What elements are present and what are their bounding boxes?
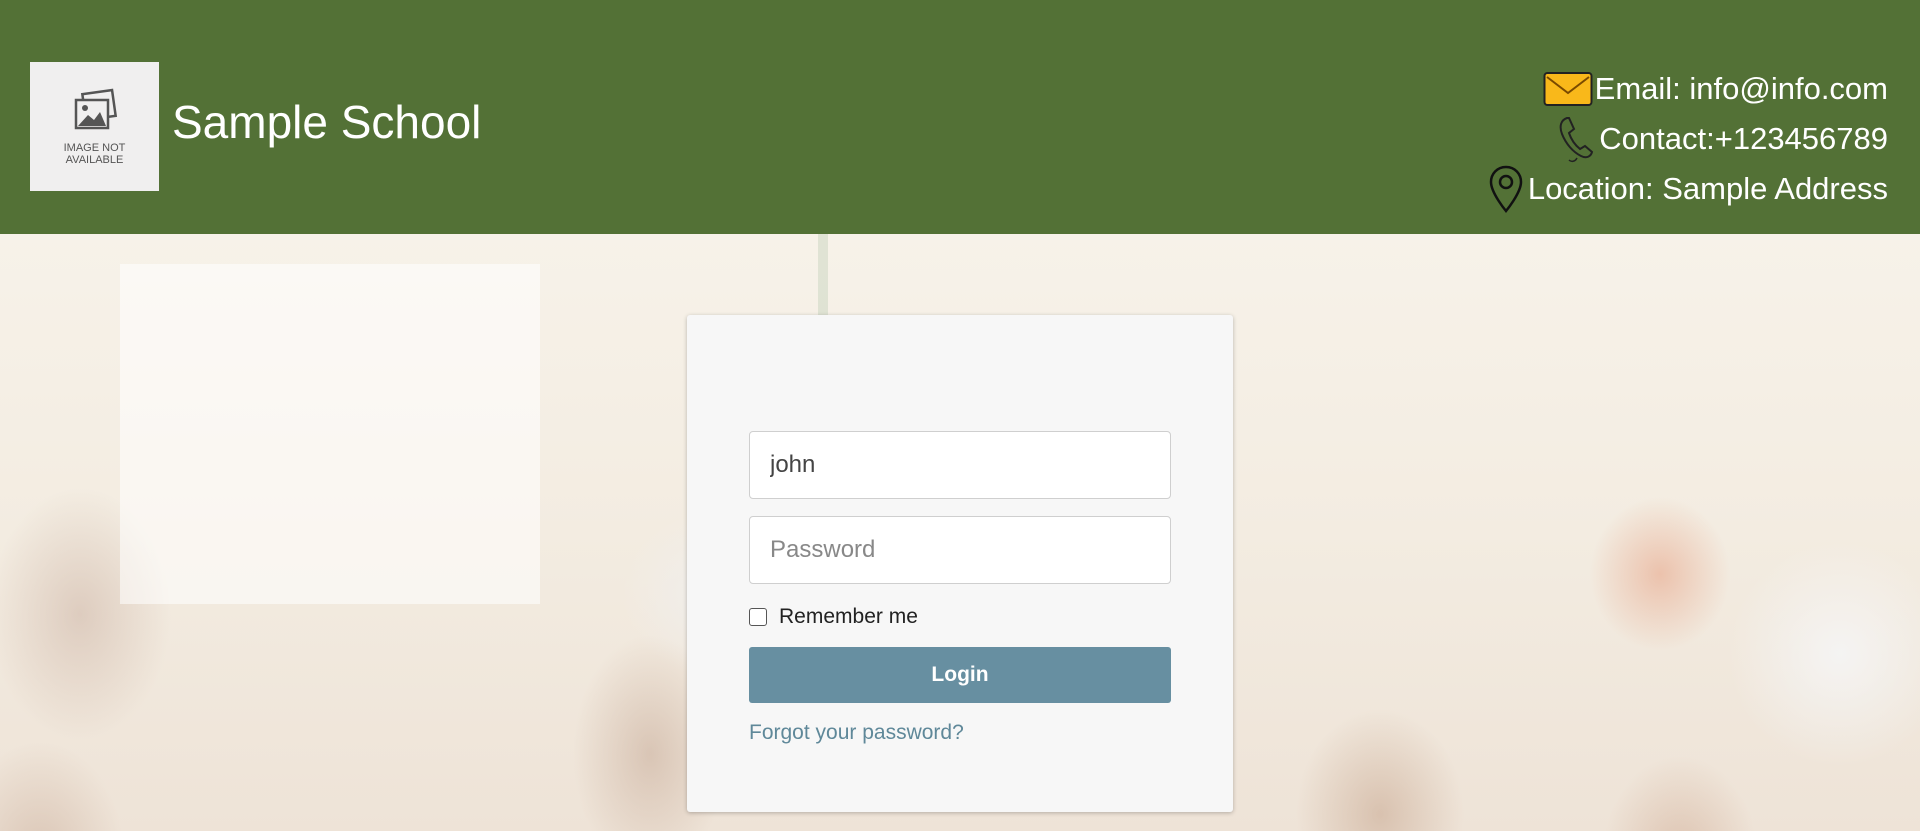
remember-me[interactable]: Remember me xyxy=(749,602,918,632)
image-placeholder-icon xyxy=(74,88,117,129)
contact-info: Email: info@info.com Contact:+123456789 … xyxy=(1328,64,1888,214)
school-name: Sample School xyxy=(172,96,482,148)
location-row: Location: Sample Address xyxy=(1328,164,1888,214)
forgot-password-link[interactable]: Forgot your password? xyxy=(749,721,964,745)
login-button[interactable]: Login xyxy=(749,647,1171,703)
email-text: Email: info@info.com xyxy=(1594,71,1888,106)
password-input[interactable] xyxy=(749,516,1171,584)
email-row: Email: info@info.com xyxy=(1328,64,1888,114)
hero-window-area xyxy=(120,264,540,604)
login-card: Remember me Login Forgot your password? xyxy=(687,315,1233,812)
map-pin-icon xyxy=(1486,164,1526,214)
contact-row: Contact:+123456789 xyxy=(1328,114,1888,164)
remember-me-checkbox[interactable] xyxy=(749,608,767,626)
username-input[interactable] xyxy=(749,431,1171,499)
school-logo: IMAGE NOT AVAILABLE xyxy=(30,62,159,191)
location-text: Location: Sample Address xyxy=(1527,171,1888,206)
envelope-icon xyxy=(1543,71,1593,107)
phone-icon xyxy=(1557,114,1597,164)
remember-me-label[interactable]: Remember me xyxy=(779,605,918,629)
logo-caption: IMAGE NOT AVAILABLE xyxy=(63,141,126,166)
site-header: IMAGE NOT AVAILABLE Sample School Email:… xyxy=(0,0,1920,234)
contact-text: Contact:+123456789 xyxy=(1599,121,1888,156)
